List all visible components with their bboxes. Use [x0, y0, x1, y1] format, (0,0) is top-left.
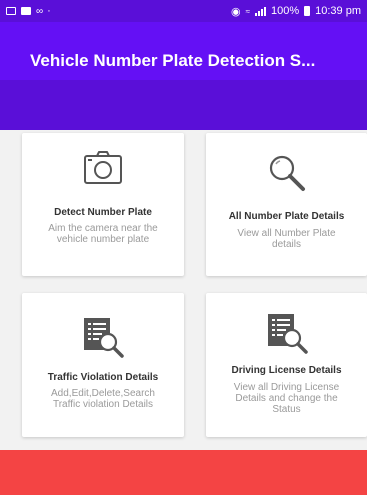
bottom-bar: [0, 450, 367, 495]
app-bar: Vehicle Number Plate Detection S...: [0, 22, 367, 130]
alarm-icon: ◉: [230, 5, 241, 18]
document-search-icon: [22, 315, 184, 359]
all-number-plate-details-card[interactable]: All Number Plate Details View all Number…: [206, 133, 367, 276]
signal-icon: [254, 6, 266, 16]
card-description: View all Number Plate details: [237, 228, 336, 250]
search-icon: [206, 153, 367, 193]
battery-text: 100%: [270, 5, 300, 17]
dot-icon: ·: [47, 5, 51, 17]
traffic-violation-details-card[interactable]: Traffic Violation Details Add,Edit,Delet…: [22, 293, 184, 437]
clock-time: 10:39 pm: [315, 5, 361, 17]
wifi-icon: ≈: [245, 6, 250, 16]
camera-icon: [22, 151, 184, 185]
card-description: Add,Edit,Delete,Search Traffic violation…: [51, 388, 155, 410]
gallery-icon: [6, 7, 16, 15]
app-title: Vehicle Number Plate Detection S...: [30, 51, 316, 70]
card-title: All Number Plate Details: [228, 211, 345, 222]
card-title: Detect Number Plate: [54, 207, 152, 218]
app-bar-extension: [0, 80, 367, 130]
document-search-icon: [206, 311, 367, 355]
battery-icon: [304, 6, 311, 16]
card-description: View all Driving License Details and cha…: [233, 382, 340, 415]
card-description: Aim the camera near the vehicle number p…: [48, 223, 158, 245]
driving-license-details-card[interactable]: Driving License Details View all Driving…: [206, 293, 367, 437]
status-left: ∞ ·: [6, 5, 51, 17]
card-title: Traffic Violation Details: [47, 372, 159, 383]
status-bar: ∞ · ◉ ≈ 100% 10:39 pm: [0, 0, 367, 22]
status-right: ◉ ≈ 100% 10:39 pm: [231, 5, 361, 18]
message-icon: [21, 7, 31, 15]
dots-icon: ∞: [36, 5, 43, 17]
card-title: Driving License Details: [231, 365, 342, 376]
detect-number-plate-card[interactable]: Detect Number Plate Aim the camera near …: [22, 133, 184, 276]
